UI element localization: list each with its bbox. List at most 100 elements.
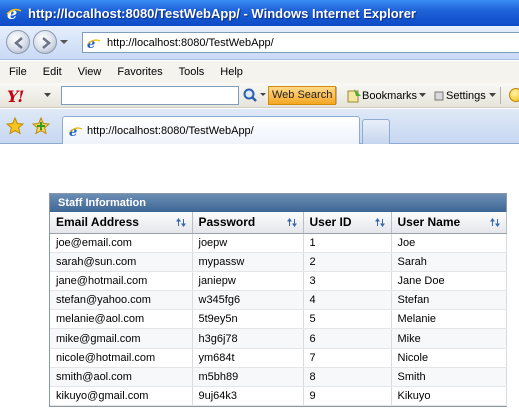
cell-email: nicole@hotmail.com [50,348,193,368]
menu-file[interactable]: File [9,66,27,78]
toolbar-divider [500,87,501,104]
address-url: http://localhost:8080/TestWebApp/ [107,36,274,49]
column-header-email[interactable]: Email Address [50,212,193,234]
column-header-label: User ID [309,215,352,230]
cell-user-name: Melanie [391,309,507,330]
column-header-label: Email Address [56,215,139,230]
add-favorite-icon[interactable] [32,117,50,135]
cell-password: 9uj64k3 [192,386,304,407]
cell-user-id: 6 [303,328,392,349]
table-row[interactable]: kikuyo@gmail.com 9uj64k3 9 Kikuyo [50,386,507,407]
column-header-user-id[interactable]: User ID [303,212,392,234]
table-row[interactable]: nicole@hotmail.com ym684t 7 Nicole [50,348,507,368]
cell-email: jane@hotmail.com [50,271,193,292]
cell-user-name: Jane Doe [391,271,507,292]
table-row[interactable]: stefan@yahoo.com w345fg6 4 Stefan [50,290,507,311]
cell-user-name: Kikuyo [391,386,507,407]
address-bar[interactable]: e http://localhost:8080/TestWebApp/ [82,32,519,53]
page-icon: e [87,37,101,50]
back-icon [14,37,23,49]
forward-icon [42,37,51,49]
forward-button[interactable] [33,30,57,54]
toolbar-search-button[interactable] [241,87,267,104]
toolbar-search-input[interactable] [61,86,239,105]
table-row[interactable]: joe@email.com joepw 1 Joe [50,233,507,253]
cell-email: joe@email.com [50,233,193,253]
recent-pages-dropdown-icon[interactable] [60,38,68,46]
page-icon: e [69,125,83,138]
settings-button[interactable]: Settings [434,87,496,104]
table-row[interactable]: jane@hotmail.com janiepw 3 Jane Doe [50,271,507,292]
bookmarks-button[interactable]: Bookmarks [346,87,427,104]
favorites-star-icon[interactable] [6,117,24,135]
cell-user-id: 9 [303,386,392,407]
sort-icon[interactable] [489,218,500,227]
cell-user-id: 8 [303,367,392,388]
menu-edit[interactable]: Edit [43,66,62,78]
sort-icon[interactable] [175,218,186,227]
cell-password: w345fg6 [192,290,304,311]
cell-email: melanie@aol.com [50,309,193,330]
cell-password: mypassw [192,252,304,272]
menu-view[interactable]: View [78,66,102,78]
cell-password: m5bh89 [192,367,304,388]
cell-user-name: Joe [391,233,507,253]
yahoo-logo[interactable]: Y! [7,87,24,106]
table-header-row: Email Address Password User ID User Name [50,212,507,234]
cell-user-id: 7 [303,348,392,368]
chevron-down-icon [419,93,427,97]
yahoo-dropdown-icon[interactable] [44,93,51,98]
menu-favorites[interactable]: Favorites [117,66,162,78]
table-row[interactable]: sarah@sun.com mypassw 2 Sarah [50,252,507,272]
bookmarks-label: Bookmarks [362,89,418,102]
toolbar-divider [336,87,337,104]
cell-user-id: 5 [303,309,392,330]
column-header-password[interactable]: Password [192,212,304,234]
sort-icon[interactable] [286,218,297,227]
table-row[interactable]: melanie@aol.com 5t9ey5n 5 Melanie [50,309,507,330]
menu-help[interactable]: Help [220,66,243,78]
search-icon [243,88,266,102]
tab-testwebapp[interactable]: e http://localhost:8080/TestWebApp/ [62,116,360,144]
tab-label: http://localhost:8080/TestWebApp/ [87,124,254,137]
cell-user-id: 2 [303,252,392,272]
window-titlebar[interactable]: e http://localhost:8080/TestWebApp/ - Wi… [0,0,519,26]
chevron-down-icon [488,93,496,97]
menu-tools[interactable]: Tools [179,66,205,78]
cell-email: sarah@sun.com [50,252,193,272]
panel-title: Staff Information [50,194,506,212]
new-tab-button[interactable] [362,119,390,144]
back-button[interactable] [6,30,30,54]
cell-email: smith@aol.com [50,367,193,388]
cell-email: stefan@yahoo.com [50,290,193,311]
column-header-user-name[interactable]: User Name [391,212,507,234]
staff-panel: Staff Information Email Address Password… [49,193,507,407]
address-row: e http://localhost:8080/TestWebApp/ [0,26,519,60]
bookmarks-icon [347,88,361,102]
cell-password: h3g6j78 [192,328,304,349]
yahoo-toolbar: Y! Web Search Bookmarks Settings [0,83,519,108]
menu-bar: File Edit View Favorites Tools Help [0,61,519,83]
cell-user-name: Stefan [391,290,507,311]
cell-user-id: 1 [303,233,392,253]
cell-user-name: Sarah [391,252,507,272]
cell-password: joepw [192,233,304,253]
page-content: Staff Information Email Address Password… [0,145,519,415]
table-row[interactable]: smith@aol.com m5bh89 8 Smith [50,367,507,388]
settings-label: Settings [446,89,486,102]
cell-email: kikuyo@gmail.com [50,386,193,407]
sort-icon[interactable] [374,218,385,227]
smiley-icon[interactable] [509,88,519,102]
web-search-button[interactable]: Web Search [268,86,337,105]
tab-row: e http://localhost:8080/TestWebApp/ [0,109,519,144]
window-title: http://localhost:8080/TestWebApp/ - Wind… [28,5,416,21]
cell-password: 5t9ey5n [192,309,304,330]
cell-user-name: Smith [391,367,507,388]
table-row[interactable]: mike@gmail.com h3g6j78 6 Mike [50,328,507,349]
ie-logo-icon: e [6,4,22,23]
cell-email: mike@gmail.com [50,328,193,349]
cell-user-name: Mike [391,328,507,349]
cell-user-id: 4 [303,290,392,311]
cell-user-id: 3 [303,271,392,292]
cell-user-name: Nicole [391,348,507,368]
